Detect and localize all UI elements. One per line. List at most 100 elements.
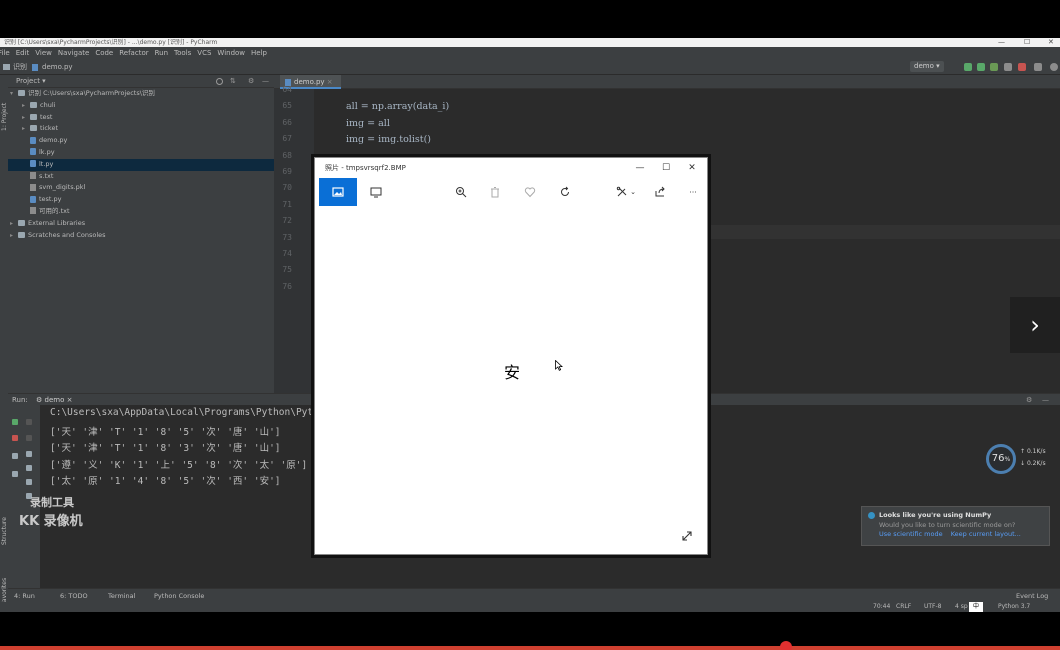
window-title-bar: 识别 [C:\Users\sxa\PycharmProjects\识别] - .… [0,38,1060,47]
run-config-select[interactable]: demo ▾ [910,61,944,72]
search-icon[interactable] [1050,63,1058,71]
rotate-button[interactable] [546,178,584,206]
line-number: 64 [282,85,292,94]
tree-item[interactable]: lk.py [8,147,274,159]
tree-item[interactable]: 可用的.txt [8,206,274,218]
chevron-down-icon[interactable]: ▾ [10,88,18,100]
menu-code[interactable]: Code [95,49,113,57]
project-panel-title[interactable]: Project [16,77,40,85]
console-line: C:\Users\sxa\AppData\Local\Programs\Pyth… [50,407,319,418]
scroll-end-icon[interactable] [26,465,32,471]
coverage-icon[interactable] [990,63,998,71]
cursor-position[interactable]: 70:44 [873,602,890,612]
tree-item[interactable]: s.txt [8,171,274,183]
indent-setting[interactable]: 4 sp [955,602,968,612]
tab-todo[interactable]: 6: TODO [60,589,88,603]
soft-wrap-icon[interactable] [26,451,32,457]
tree-item[interactable]: ▸ chuli [8,100,274,112]
tree-item[interactable]: svm_digits.pkl [8,182,274,194]
chevron-right-icon[interactable]: ▸ [22,112,30,124]
favorite-button[interactable] [511,178,549,206]
menu-run[interactable]: Run [155,49,168,57]
console-line: ['天' '津' 'T' '1' '8' '3' '次' '唐' '山'] [50,443,281,455]
layout-icon[interactable] [12,453,18,459]
status-bar: 70:44 CRLF UTF-8 4 sp 中 Python 3.7 [0,602,1060,612]
menu-vcs[interactable]: VCS [197,49,211,57]
menu-navigate[interactable]: Navigate [58,49,89,57]
line-separator[interactable]: CRLF [896,602,911,612]
project-tool-tab[interactable]: 1: Project [1,103,8,131]
tree-item[interactable]: demo.py [8,135,274,147]
tab-python-console[interactable]: Python Console [154,589,204,603]
network-meter: 76% [986,444,1016,474]
tree-item[interactable]: ▾ 识别 C:\Users\sxa\PycharmProjects\识别 [8,88,274,100]
menu-view[interactable]: View [35,49,52,57]
keep-layout-link[interactable]: Keep current layout... [951,530,1021,538]
use-scientific-mode-link[interactable]: Use scientific mode [879,530,943,538]
menu-tools[interactable]: Tools [174,49,191,57]
up-icon[interactable] [26,419,32,425]
ime-indicator[interactable]: 中 [969,602,984,612]
minimize-icon[interactable]: — [627,158,653,178]
hide-icon[interactable]: — [262,75,269,88]
gear-icon[interactable]: ⚙ [248,75,254,88]
minimize-icon[interactable]: — [998,38,1005,47]
tab-run[interactable]: 4: Run [14,589,35,603]
print-icon[interactable] [26,479,32,485]
structure-tool-tab[interactable]: Structure [1,517,8,545]
slideshow-button[interactable] [357,178,395,206]
chevron-right-icon[interactable]: ▸ [22,123,30,135]
run-icon[interactable] [964,63,972,71]
breadcrumb-project[interactable]: 识别 [13,59,27,75]
stop-icon[interactable] [12,435,18,441]
upload-speed: ↑ 0.1K/s [1020,448,1046,455]
progress-bar[interactable] [0,646,1060,650]
debug-icon[interactable] [977,63,985,71]
locate-icon[interactable] [216,78,223,85]
menu-edit[interactable]: Edit [16,49,30,57]
event-log-button[interactable]: Event Log [1016,589,1048,603]
run-config-tab[interactable]: ⚙ demo × [36,396,72,404]
chevron-right-icon[interactable]: ▸ [10,230,18,242]
close-tab-icon[interactable]: × [327,78,333,86]
close-icon[interactable]: ✕ [679,158,705,178]
maximize-icon[interactable]: ☐ [653,158,679,178]
line-number: 66 [282,117,292,127]
next-slide-button[interactable]: › [1010,297,1060,353]
close-icon[interactable]: ✕ [1048,38,1054,47]
tree-item[interactable]: ▸ test [8,112,274,124]
delete-button[interactable] [476,178,514,206]
code-line: img = all [346,117,390,129]
favorites-tool-tab[interactable]: Favorites [1,578,8,605]
tree-item[interactable]: ▸ ticket [8,123,274,135]
settings-icon[interactable] [1034,63,1042,71]
more-button[interactable]: ··· [674,178,712,206]
down-icon[interactable] [26,435,32,441]
tree-item[interactable]: ▸ External Libraries [8,218,274,230]
file-encoding[interactable]: UTF-8 [924,602,942,612]
tree-item[interactable]: ▸ Scratches and Consoles [8,230,274,242]
pin-icon[interactable] [12,471,18,477]
collapse-icon[interactable]: ⇅ [230,75,236,88]
run-panel-title: Run: [12,396,28,404]
zoom-button[interactable] [442,178,480,206]
progress-handle[interactable] [780,641,792,650]
chevron-right-icon[interactable]: ▸ [10,218,18,230]
line-number: 73 [282,232,292,242]
interpreter[interactable]: Python 3.7 [998,602,1030,612]
menu-help[interactable]: Help [251,49,267,57]
rerun-icon[interactable] [12,419,18,425]
profile-icon[interactable] [1004,63,1012,71]
menu-file[interactable]: File [0,49,10,57]
tab-terminal[interactable]: Terminal [108,589,135,603]
tree-item[interactable]: lt.py [8,158,274,171]
view-image-button[interactable] [319,178,357,206]
breadcrumb-file[interactable]: demo.py [42,59,73,75]
tree-item[interactable]: test.py [8,194,274,206]
menu-window[interactable]: Window [217,49,245,57]
chevron-right-icon[interactable]: ▸ [22,100,30,112]
menu-refactor[interactable]: Refactor [119,49,148,57]
expand-icon[interactable] [681,530,693,542]
maximize-icon[interactable]: ☐ [1024,38,1030,47]
stop-icon[interactable] [1018,63,1026,71]
